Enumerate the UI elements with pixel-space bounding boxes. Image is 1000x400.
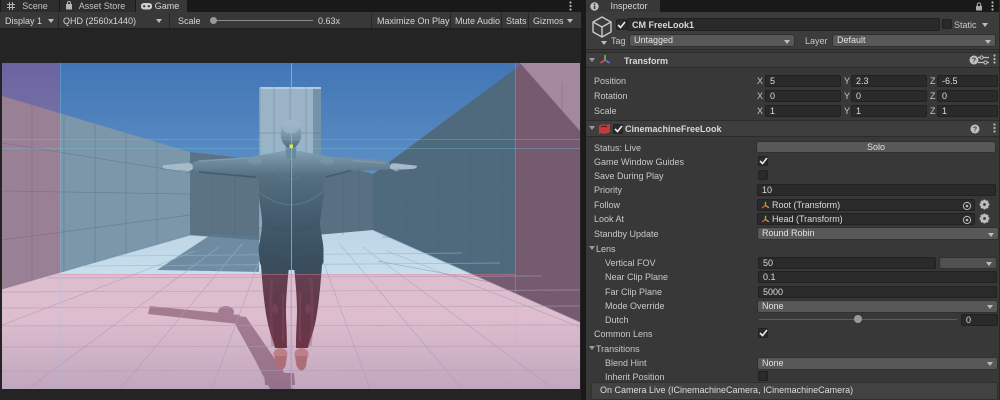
svg-text:?: ? bbox=[972, 58, 976, 65]
svg-text:?: ? bbox=[973, 127, 977, 134]
